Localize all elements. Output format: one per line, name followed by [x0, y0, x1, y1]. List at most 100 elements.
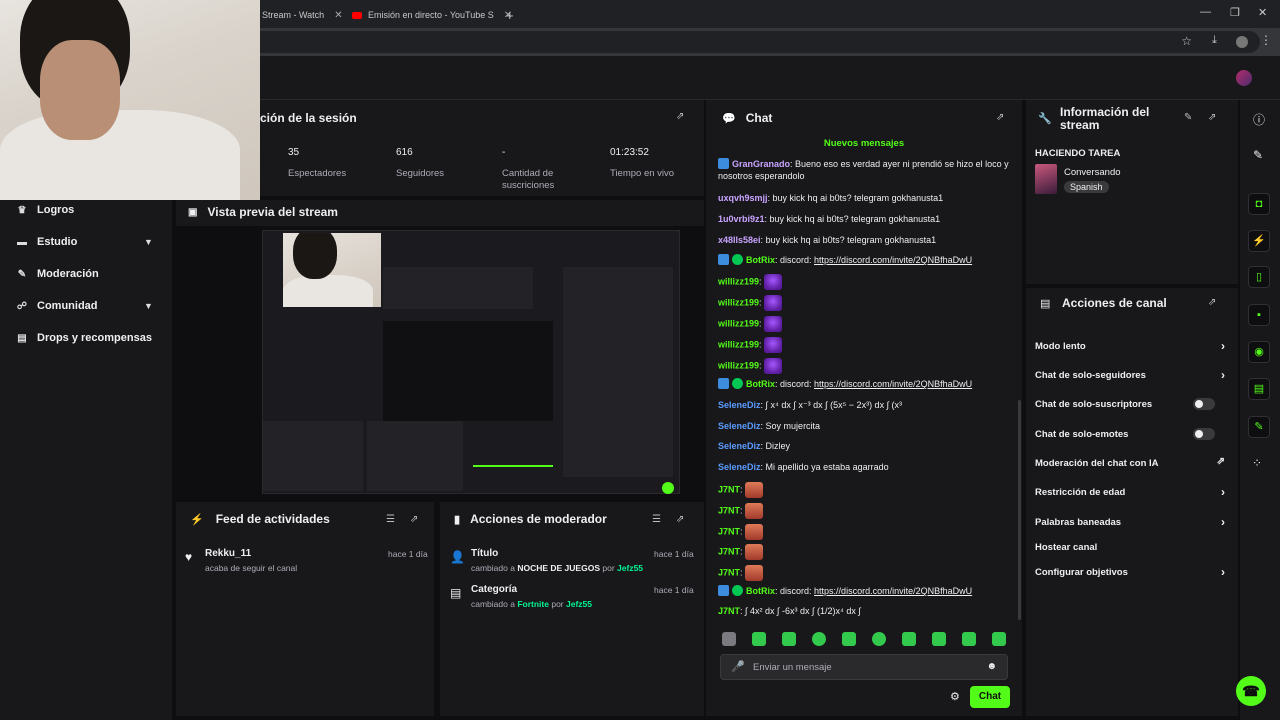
emote-button[interactable] — [782, 632, 796, 646]
filter-icon[interactable]: ☰ — [652, 514, 661, 525]
chat-scrollbar[interactable] — [1018, 400, 1021, 620]
support-chat-button[interactable]: ☎ — [1236, 676, 1266, 706]
chat-username[interactable]: uxqvh9smjj — [718, 193, 768, 203]
action-host-channel[interactable]: Hostear canal — [1035, 542, 1225, 553]
popout-icon[interactable]: ⇗ — [676, 514, 684, 525]
chat-username[interactable]: willizz199 — [718, 297, 759, 307]
popout-icon[interactable]: ⇗ — [1208, 112, 1216, 123]
close-window-icon[interactable]: ✕ — [1258, 6, 1267, 19]
sidebar-item-logros[interactable]: ♛ Logros — [16, 204, 75, 216]
document-tool-button[interactable]: ▯ — [1248, 266, 1270, 288]
popout-icon[interactable]: ⇗ — [676, 111, 684, 122]
emote-button[interactable] — [842, 632, 856, 646]
chat-username[interactable]: willizz199 — [718, 318, 759, 328]
chat-username[interactable]: BotRix — [746, 586, 775, 596]
pencil-icon[interactable]: ✎ — [1253, 148, 1263, 162]
category-thumbnail[interactable] — [1035, 164, 1057, 194]
chat-username[interactable]: J7NT — [718, 567, 740, 577]
emote-button[interactable] — [872, 632, 886, 646]
maximize-icon[interactable]: ❐ — [1230, 6, 1240, 19]
chat-username[interactable]: J7NT — [718, 484, 740, 494]
popout-icon[interactable]: ⇗ — [1208, 297, 1216, 308]
broadcast-tool-button[interactable]: ◉ — [1248, 341, 1270, 363]
chat-link[interactable]: https://discord.com/invite/2QNBfhaDwU — [814, 586, 972, 596]
user-avatar[interactable] — [1236, 70, 1252, 86]
chat-username[interactable]: willizz199 — [718, 339, 759, 349]
sidebar-item-comunidad[interactable]: ☍ Comunidad ▼ — [16, 300, 153, 312]
lightning-tool-button[interactable]: ⚡ — [1248, 230, 1270, 252]
emote-button[interactable] — [902, 632, 916, 646]
action-configure-goals[interactable]: Configurar objetivos › — [1035, 565, 1225, 579]
chat-message: SeleneDiz: Mi apellido ya estaba agarrad… — [718, 462, 889, 472]
emoji-icon[interactable]: ☻ — [986, 661, 997, 672]
send-chat-button[interactable]: Chat — [970, 686, 1010, 708]
emote-button[interactable] — [752, 632, 766, 646]
action-subscribers-only[interactable]: Chat de solo-suscriptores — [1035, 398, 1225, 410]
mod-action-user[interactable]: Jefz55 — [617, 563, 643, 573]
sidebar-item-moderacion[interactable]: ✎ Moderación — [16, 268, 99, 280]
popout-icon[interactable]: ⇗ — [410, 514, 418, 525]
emote-button[interactable] — [962, 632, 976, 646]
chat-username[interactable]: J7NT — [718, 606, 740, 616]
sidebar-item-drops[interactable]: ▤ Drops y recompensas — [16, 332, 152, 344]
chat-username[interactable]: J7NT — [718, 526, 740, 536]
list-tool-button[interactable]: ▤ — [1248, 378, 1270, 400]
more-tools-icon[interactable]: ⁘ — [1252, 456, 1262, 470]
action-banned-words[interactable]: Palabras baneadas › — [1035, 515, 1225, 529]
emote-button[interactable] — [812, 632, 826, 646]
new-messages-banner[interactable]: Nuevos mensajes — [706, 138, 1022, 149]
emote-button[interactable] — [992, 632, 1006, 646]
chat-username[interactable]: SeleneDiz — [718, 421, 761, 431]
minimize-icon[interactable]: — — [1200, 6, 1211, 18]
chat-username[interactable]: SeleneDiz — [718, 441, 761, 451]
chat-username[interactable]: SeleneDiz — [718, 462, 761, 472]
stream-preview[interactable] — [176, 226, 704, 498]
browser-tab-youtube[interactable]: Emisión en directo - YouTube S ✕ — [352, 4, 512, 26]
action-followers-only[interactable]: Chat de solo-seguidores › — [1035, 368, 1225, 382]
feed-user[interactable]: Rekku_11 — [205, 548, 251, 559]
chat-username[interactable]: GranGranado — [732, 159, 790, 169]
menu-icon[interactable]: ⋮ — [1260, 33, 1272, 47]
emote-button[interactable] — [722, 632, 736, 646]
star-icon[interactable]: ☆ — [1181, 34, 1192, 48]
action-ai-moderation[interactable]: Moderación del chat con IA ⇗ — [1035, 456, 1225, 469]
gear-icon[interactable]: ⚙ — [950, 690, 960, 703]
address-input[interactable]: ☆ — [230, 31, 1260, 53]
edit-icon[interactable]: ✎ — [1184, 112, 1192, 123]
filter-icon[interactable]: ☰ — [386, 514, 395, 525]
chat-username[interactable]: J7NT — [718, 546, 740, 556]
category-name[interactable]: Conversando — [1064, 167, 1121, 178]
chat-link[interactable]: https://discord.com/invite/2QNBfhaDwU — [814, 379, 972, 389]
action-label: Moderación del chat con IA — [1035, 458, 1159, 469]
download-icon[interactable]: ⤓ — [1212, 34, 1217, 47]
chat-username[interactable]: SeleneDiz — [718, 400, 761, 410]
info-icon[interactable]: ⓘ — [1253, 111, 1265, 128]
chat-username[interactable]: BotRix — [746, 379, 775, 389]
chat-username[interactable]: willizz199 — [718, 360, 759, 370]
sidebar-item-estudio[interactable]: ▬ Estudio ▼ — [16, 236, 153, 248]
tab-label: Stream - Watch — [262, 10, 325, 20]
profile-avatar[interactable] — [1236, 36, 1248, 48]
chat-link[interactable]: https://discord.com/invite/2QNBfhaDwU — [814, 255, 972, 265]
chat-tool-button[interactable]: ▪ — [1248, 304, 1270, 326]
mod-action-user[interactable]: Jefz55 — [566, 599, 592, 609]
browser-tab-stream[interactable]: Stream - Watch ✕ — [262, 4, 343, 26]
camera-tool-button[interactable]: ◘ — [1248, 193, 1270, 215]
wrench-tool-button[interactable]: ✎ — [1248, 416, 1270, 438]
chat-username[interactable]: BotRix — [746, 255, 775, 265]
toggle-switch[interactable] — [1193, 428, 1215, 440]
chat-username[interactable]: J7NT — [718, 505, 740, 515]
popout-icon[interactable]: ⇗ — [996, 112, 1004, 123]
chat-username[interactable]: willizz199 — [718, 276, 759, 286]
close-icon[interactable]: ✕ — [334, 10, 342, 21]
chat-input[interactable]: 🎤 Enviar un mensaje ☻ — [720, 654, 1008, 680]
action-emotes-only[interactable]: Chat de solo-emotes — [1035, 428, 1225, 440]
action-slow-mode[interactable]: Modo lento › — [1035, 339, 1225, 353]
new-tab-button[interactable]: + — [506, 4, 514, 26]
chat-username[interactable]: x48lls58ei — [718, 235, 761, 245]
emote-button[interactable] — [932, 632, 946, 646]
toggle-switch[interactable] — [1193, 398, 1215, 410]
chat-username[interactable]: 1u0vrbi9z1 — [718, 214, 765, 224]
microphone-icon[interactable]: 🎤 — [731, 660, 745, 673]
action-age-restriction[interactable]: Restricción de edad › — [1035, 485, 1225, 499]
